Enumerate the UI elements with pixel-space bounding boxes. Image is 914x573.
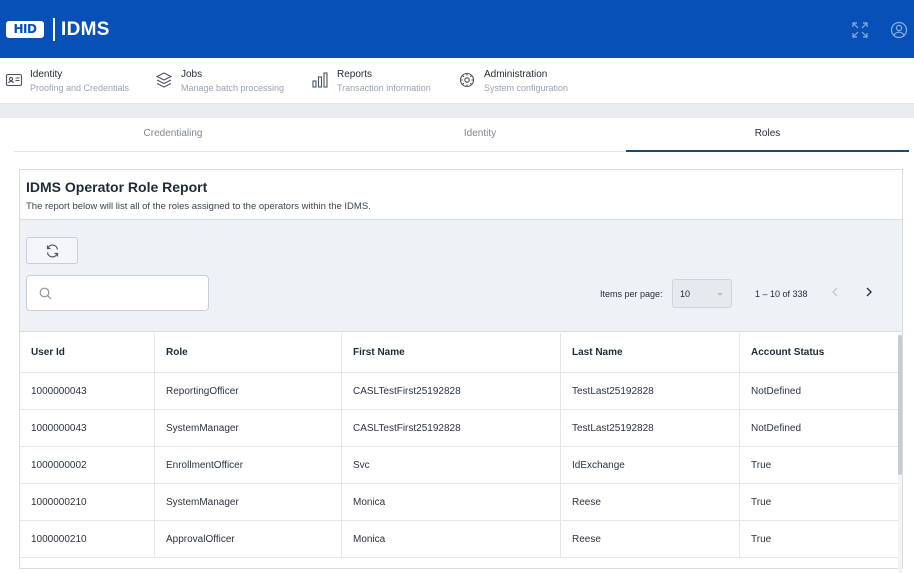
cell-role: EnrollmentOfficer bbox=[155, 447, 342, 483]
previous-page-button[interactable] bbox=[827, 284, 843, 300]
report-tabs: Credentialing Identity Roles bbox=[14, 118, 909, 152]
column-header-role[interactable]: Role bbox=[155, 333, 342, 372]
cell-first-name: Svc bbox=[342, 447, 561, 483]
content-background-strip bbox=[0, 104, 914, 118]
table-row[interactable]: 1000000043 SystemManager CASLTestFirst25… bbox=[20, 410, 898, 447]
cell-account-status: True bbox=[751, 459, 772, 471]
search-field[interactable] bbox=[26, 275, 209, 311]
column-header-user-id[interactable]: User Id bbox=[20, 333, 155, 372]
nav-item-subtitle: Manage batch processing bbox=[181, 83, 285, 93]
nav-item-jobs[interactable]: Jobs Manage batch processing bbox=[150, 58, 300, 104]
report-card: IDMS Operator Role Report The report bel… bbox=[19, 169, 903, 573]
table-row[interactable]: 1000000210 SystemManager Monica Reese Tr… bbox=[20, 484, 898, 521]
top-bar: HID IDMS bbox=[0, 0, 914, 58]
cell-role: SystemManager bbox=[155, 410, 342, 446]
next-page-button[interactable] bbox=[861, 284, 877, 300]
role-report-table: User Id Role First Name Last Name Accoun… bbox=[20, 333, 898, 558]
refresh-button[interactable] bbox=[26, 237, 78, 264]
cell-last-name: IdExchange bbox=[561, 447, 740, 483]
tab-identity[interactable]: Identity bbox=[331, 118, 629, 152]
cell-user-id: 1000000002 bbox=[20, 447, 155, 483]
cell-account-status: NotDefined bbox=[751, 422, 802, 434]
cell-role: ApprovalOfficer bbox=[155, 521, 342, 557]
layers-icon bbox=[155, 72, 173, 88]
nav-item-title: Reports bbox=[337, 69, 373, 80]
cell-account-status: True bbox=[751, 496, 772, 508]
cell-last-name: TestLast25192828 bbox=[561, 410, 740, 446]
column-header-last-name[interactable]: Last Name bbox=[561, 333, 740, 372]
cell-user-id: 1000000043 bbox=[20, 410, 155, 446]
page-range-label: 1 – 10 of 338 bbox=[755, 289, 808, 299]
nav-item-administration[interactable]: Administration System configuration bbox=[454, 58, 614, 104]
nav-item-subtitle: System configuration bbox=[484, 83, 569, 93]
nav-item-title: Administration bbox=[484, 69, 548, 80]
search-input[interactable] bbox=[59, 284, 199, 302]
table-scrollbar[interactable] bbox=[898, 333, 902, 573]
nav-item-title: Jobs bbox=[181, 69, 203, 80]
nav-item-subtitle: Transaction information bbox=[337, 83, 431, 93]
cell-account-status: NotDefined bbox=[751, 385, 802, 397]
cell-last-name: Reese bbox=[561, 521, 740, 557]
nav-item-identity[interactable]: Identity Proofing and Credentials bbox=[0, 58, 150, 104]
app-title: IDMS bbox=[61, 19, 110, 40]
column-header-first-name[interactable]: First Name bbox=[342, 333, 561, 372]
cell-role: SystemManager bbox=[155, 484, 342, 520]
cell-first-name: Monica bbox=[342, 484, 561, 520]
hid-logo: HID bbox=[6, 21, 44, 38]
cell-user-id: 1000000210 bbox=[20, 521, 155, 557]
cell-user-id: 1000000210 bbox=[20, 484, 155, 520]
items-per-page-value: 10 bbox=[680, 289, 691, 299]
main-nav: Identity Proofing and Credentials Jobs M… bbox=[0, 58, 914, 104]
bar-chart-icon bbox=[312, 72, 328, 88]
chevron-down-icon bbox=[717, 293, 723, 296]
cell-user-id: 1000000043 bbox=[20, 373, 155, 409]
gear-icon bbox=[459, 72, 475, 88]
report-toolbar: Items per page: 10 1 – 10 of 338 bbox=[20, 220, 902, 332]
logo-divider bbox=[53, 18, 55, 41]
column-header-account-status[interactable]: Account Status bbox=[740, 333, 898, 372]
table-header-row: User Id Role First Name Last Name Accoun… bbox=[20, 333, 898, 373]
nav-item-reports[interactable]: Reports Transaction information bbox=[306, 58, 456, 104]
nav-item-subtitle: Proofing and Credentials bbox=[30, 83, 130, 93]
scrollbar-thumb[interactable] bbox=[898, 335, 902, 475]
items-per-page-label: Items per page: bbox=[600, 289, 663, 299]
table-row[interactable]: 1000000043 ReportingOfficer CASLTestFirs… bbox=[20, 373, 898, 410]
cell-last-name: TestLast25192828 bbox=[561, 373, 740, 409]
tab-credentialing[interactable]: Credentialing bbox=[24, 118, 322, 152]
id-card-icon bbox=[5, 73, 23, 87]
expand-icon[interactable] bbox=[851, 21, 869, 39]
user-account-icon[interactable] bbox=[890, 21, 908, 39]
report-title: IDMS Operator Role Report bbox=[26, 179, 208, 195]
search-icon bbox=[39, 287, 52, 300]
items-per-page-select[interactable]: 10 bbox=[672, 279, 732, 308]
nav-item-title: Identity bbox=[30, 69, 63, 80]
report-description: The report below will list all of the ro… bbox=[26, 201, 371, 212]
cell-account-status: True bbox=[751, 533, 772, 545]
tab-roles[interactable]: Roles bbox=[626, 118, 909, 152]
cell-last-name: Reese bbox=[561, 484, 740, 520]
cell-first-name: CASLTestFirst25192828 bbox=[342, 373, 561, 409]
report-header: IDMS Operator Role Report The report bel… bbox=[20, 170, 902, 220]
refresh-icon bbox=[46, 244, 59, 258]
cell-first-name: CASLTestFirst25192828 bbox=[342, 410, 561, 446]
cell-role: ReportingOfficer bbox=[155, 373, 342, 409]
cell-first-name: Monica bbox=[342, 521, 561, 557]
table-row[interactable]: 1000000002 EnrollmentOfficer Svc IdExcha… bbox=[20, 447, 898, 484]
table-row[interactable]: 1000000210 ApprovalOfficer Monica Reese … bbox=[20, 521, 898, 558]
